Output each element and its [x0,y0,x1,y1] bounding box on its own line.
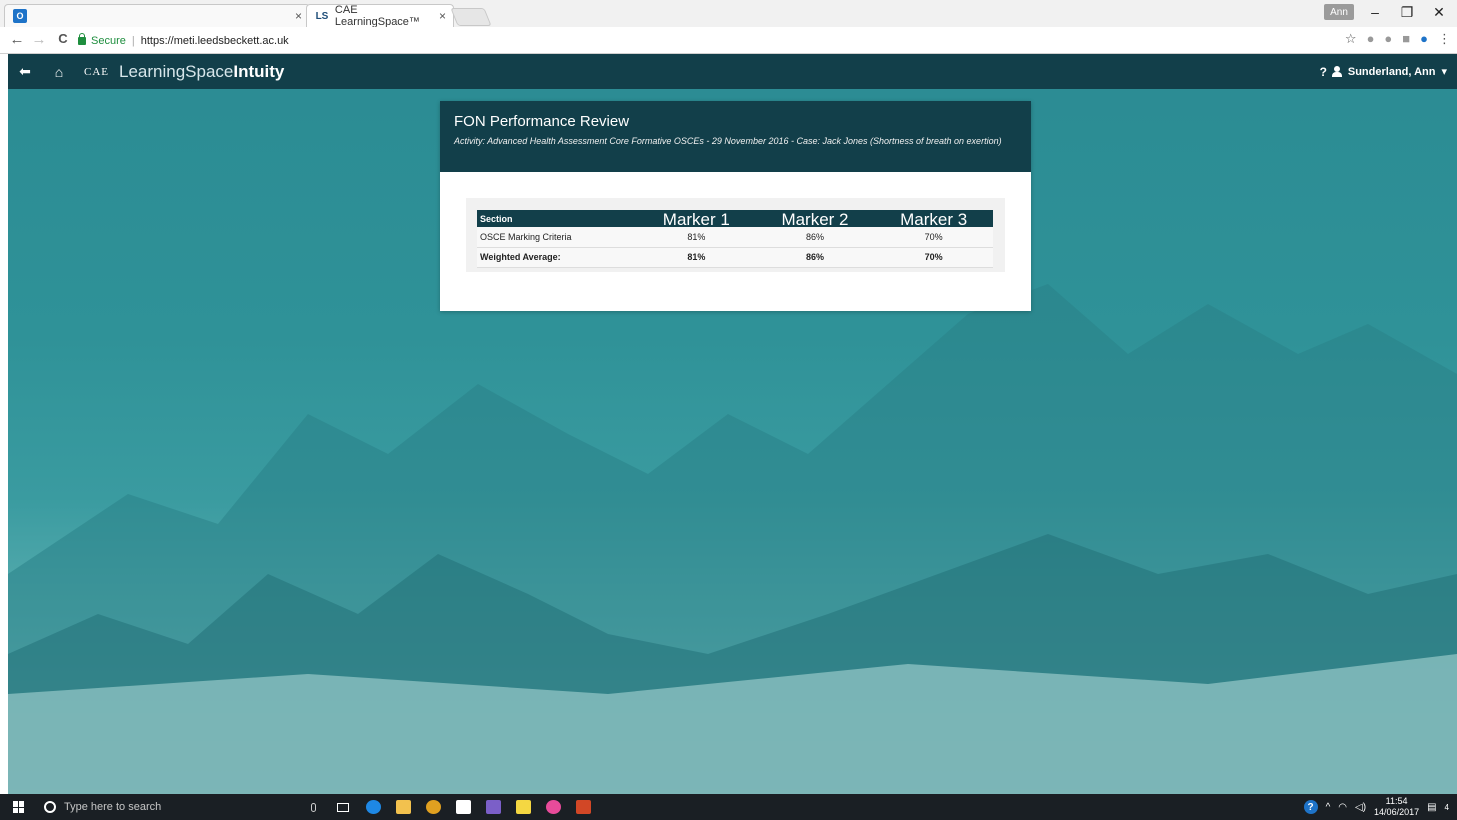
profile-button[interactable]: Ann [1324,4,1354,20]
task-view-icon[interactable] [328,794,358,820]
file-explorer-icon[interactable] [388,794,418,820]
browser-menu-icon[interactable]: ⋮ [1438,31,1451,47]
learningspace-logo[interactable]: CAE LearningSpace Intuity [84,62,284,82]
results-table-container: Section Marker 1 Marker 2 Marker 3 OSCE … [466,198,1005,272]
outlook-icon: O [13,9,27,23]
learningspace-icon: LS [315,10,329,22]
cortana-icon [44,801,56,813]
column-header-section: Section [477,210,637,227]
sticky-notes-icon[interactable] [508,794,538,820]
edge-icon[interactable] [358,794,388,820]
address-bar[interactable]: Secure | https://meti.leedsbeckett.ac.uk [78,31,1308,50]
section-cell: OSCE Marking Criteria [477,227,637,248]
table-row-weighted-average: Weighted Average: 81% 86% 70% [477,247,993,268]
lock-icon [78,32,86,45]
column-header-marker-3: Marker 3 [874,210,993,228]
reload-icon[interactable]: C [54,31,72,46]
table-header-row: Section Marker 1 Marker 2 Marker 3 [477,210,993,228]
performance-review-card: FON Performance Review Activity: Advance… [440,101,1031,311]
forward-icon[interactable]: → [30,31,48,48]
marker-2-average: 86% [755,247,875,268]
taskbar-search[interactable]: Type here to search [38,794,298,820]
section-cell: Weighted Average: [477,247,637,268]
browser-toolbar: ← → C Secure | https://meti.leedsbeckett… [0,27,1457,54]
clock[interactable]: 11:54 14/06/2017 [1374,796,1419,818]
system-tray: ? ^ ◠ ◁) 11:54 14/06/2017 ▤ 4 [1303,794,1449,820]
page-title: FON Performance Review [454,113,630,130]
card-body: Section Marker 1 Marker 2 Marker 3 OSCE … [440,172,1031,272]
hp-extension-icon[interactable]: ● [1420,31,1428,47]
logo-learningspace: LearningSpace [119,61,234,81]
clock-time: 11:54 [1385,796,1408,806]
store-icon[interactable] [448,794,478,820]
marker-1-score: 81% [637,227,756,248]
bookmark-star-icon[interactable]: ☆ [1345,31,1357,47]
close-window-button[interactable]: ✕ [1427,4,1451,21]
back-arrow-icon[interactable]: ⬅ [8,54,42,89]
app-header: ⬅ ⌂ CAE LearningSpace Intuity ? Sunderla… [8,54,1457,89]
minimize-button[interactable]: – [1363,4,1387,20]
secure-indicator[interactable]: Secure [78,32,126,47]
user-menu[interactable]: Sunderland, Ann ▾ [1331,54,1447,89]
extension-icons: ☆ ● ● ■ ● ⋮ [1345,31,1451,47]
card-header: FON Performance Review Activity: Advance… [440,101,1031,172]
help-button[interactable]: ? [1320,54,1327,89]
extension-icon[interactable]: ● [1367,31,1375,47]
new-tab-button[interactable] [450,8,492,26]
tab-label: CAE LearningSpace™ [334,4,420,28]
microphone-icon[interactable] [298,794,328,820]
column-header-marker-1: Marker 1 [637,210,756,228]
chrome-icon[interactable] [418,794,448,820]
user-icon [1331,66,1342,77]
paint-icon[interactable] [478,794,508,820]
volume-icon[interactable]: ◁) [1355,802,1366,813]
app-viewport: ⬅ ⌂ CAE LearningSpace Intuity ? Sunderla… [8,54,1457,794]
extension-icon[interactable]: ■ [1402,31,1410,47]
close-tab-icon[interactable]: × [439,9,446,23]
user-name: Sunderland, Ann [1347,65,1436,78]
marker-1-average: 81% [637,247,756,268]
windows-taskbar: Type here to search ? ^ ◠ ◁) 11:54 14/06… [0,794,1457,820]
back-icon[interactable]: ← [8,31,26,48]
divider: | [131,34,135,47]
browser-tab-learningspace[interactable]: LS CAE LearningSpace™ × [306,4,454,28]
start-button[interactable] [0,794,38,820]
chevron-down-icon: ▾ [1441,66,1447,78]
secure-label: Secure [91,34,126,47]
marker-3-score: 70% [874,227,993,248]
notifications-icon[interactable]: ▤ [1427,802,1436,813]
notification-count: 4 [1444,802,1449,812]
marker-3-average: 70% [874,247,993,268]
itunes-icon[interactable] [538,794,568,820]
logo-intuity: Intuity [233,61,285,81]
results-table: Section Marker 1 Marker 2 Marker 3 OSCE … [477,210,993,268]
windows-logo-icon [13,801,25,813]
restore-button[interactable]: ❐ [1395,4,1419,21]
search-placeholder: Type here to search [64,801,162,813]
column-header-marker-2: Marker 2 [755,210,875,228]
clock-date: 14/06/2017 [1374,807,1420,817]
marker-2-score: 86% [755,227,875,248]
close-tab-icon[interactable]: × [295,9,302,23]
chevron-up-icon[interactable]: ^ [1326,802,1331,813]
table-row: OSCE Marking Criteria 81% 86% 70% [477,227,993,248]
cae-logo: CAE [84,65,109,78]
help-tray-icon[interactable]: ? [1303,800,1318,814]
activity-subtitle: Activity: Advanced Health Assessment Cor… [454,136,1002,146]
home-icon[interactable]: ⌂ [42,54,76,89]
url-text: https://meti.leedsbeckett.ac.uk [140,34,289,47]
network-icon[interactable]: ◠ [1338,802,1347,813]
extension-icon[interactable]: ● [1384,31,1392,47]
powerpoint-icon[interactable] [568,794,598,820]
browser-tab-outlook[interactable]: O × [4,4,310,27]
browser-tabstrip: O × LS CAE LearningSpace™ × Ann – ❐ ✕ [0,0,1457,28]
